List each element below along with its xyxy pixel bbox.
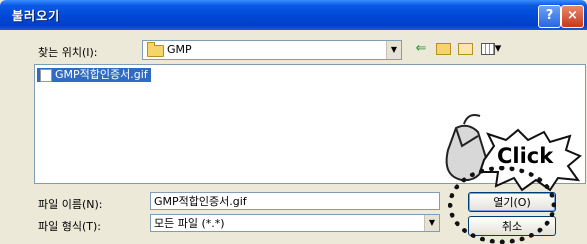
file-type-value: 모든 파일 (*.*)	[154, 217, 225, 230]
file-type-label: 파일 형식(T):	[38, 220, 101, 233]
help-icon: ?	[545, 8, 554, 23]
views-menu-icon	[480, 42, 495, 55]
close-icon: ×	[567, 8, 578, 23]
folder-icon	[147, 42, 164, 57]
image-file-icon	[40, 69, 52, 82]
dialog-title: 불러오기	[12, 9, 61, 23]
new-folder-icon	[457, 42, 473, 55]
click-annotation: Click	[497, 144, 554, 168]
look-in-label: 찾는 위치(I):	[38, 46, 98, 59]
file-name-label: 파일 이름(N):	[38, 198, 103, 211]
file-type-select[interactable]: 모든 파일 (*.*) ▼	[150, 214, 440, 232]
back-arrow-icon: ⇐	[415, 41, 427, 56]
new-folder-button[interactable]	[456, 40, 474, 58]
file-name-input[interactable]: GMP적합인증서.gif	[150, 192, 440, 210]
chevron-down-icon[interactable]: ▼	[386, 41, 401, 59]
list-item[interactable]: GMP적합인증서.gif	[37, 68, 151, 82]
look-in-combo[interactable]: GMP ▼	[142, 40, 402, 60]
back-button[interactable]: ⇐	[412, 40, 430, 58]
click-highlight-circle	[448, 166, 556, 244]
file-item-name: GMP적합인증서.gif	[55, 68, 148, 81]
look-in-value: GMP	[167, 43, 192, 56]
up-one-level-button[interactable]	[434, 40, 452, 58]
close-button[interactable]: ×	[561, 5, 584, 28]
views-menu-button[interactable]: ▾	[478, 40, 504, 58]
help-button[interactable]: ?	[538, 5, 561, 28]
views-caret-icon: ▾	[494, 41, 502, 56]
chevron-down-icon[interactable]: ▼	[424, 215, 439, 231]
up-folder-icon	[435, 42, 451, 55]
title-bar[interactable]: 불러오기 ? ×	[0, 0, 587, 30]
